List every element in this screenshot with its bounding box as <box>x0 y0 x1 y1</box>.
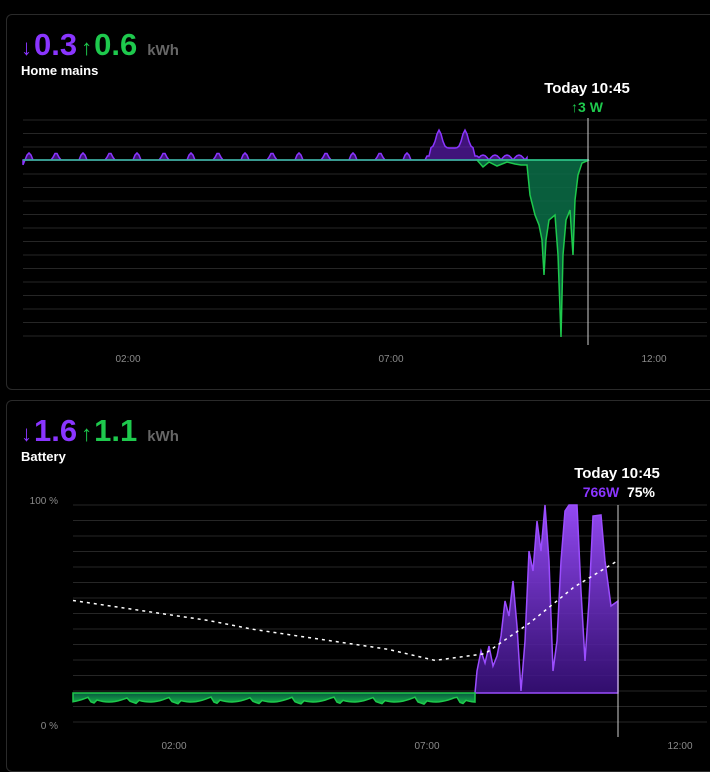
import-value: 0.3 <box>34 27 78 62</box>
tooltip-time: Today 10:45 <box>574 465 660 482</box>
tooltip-soc: 75% <box>627 484 656 500</box>
import-arrow-icon: ↓ <box>21 35 32 60</box>
export-arrow-icon: ↑ <box>81 35 93 60</box>
home-mains-chart[interactable]: Today 10:45 ↑3 W 02:00 07:00 12:00 <box>7 15 710 389</box>
x-tick-label: 12:00 <box>667 741 692 752</box>
tooltip-time: Today 10:45 <box>544 80 630 97</box>
x-tick-label: 07:00 <box>378 354 403 365</box>
battery-chart[interactable]: Today 10:45 766W 75% 100 % 0 % 02:00 07:… <box>7 401 710 771</box>
discharge-arrow-icon: ↓ <box>21 421 32 446</box>
x-tick-label: 02:00 <box>115 354 140 365</box>
unit-label: kWh <box>147 42 179 59</box>
discharge-area <box>474 504 619 694</box>
x-tick-label: 02:00 <box>161 741 186 752</box>
battery-card[interactable]: Today 10:45 766W 75% 100 % 0 % 02:00 07:… <box>6 400 710 772</box>
x-tick-label: 07:00 <box>414 741 439 752</box>
tooltip-power: 766W <box>583 484 620 500</box>
energy-totals: ↓ 1.6 ↑ 1.1 kWh <box>21 413 179 449</box>
energy-totals: ↓ 0.3 ↑ 0.6 kWh <box>21 27 179 63</box>
charge-value: 1.1 <box>94 413 138 448</box>
y-tick-label: 100 % <box>30 496 58 507</box>
card-title: Battery <box>21 449 66 464</box>
card-title: Home mains <box>21 63 99 78</box>
export-value: 0.6 <box>94 27 138 62</box>
y-tick-label: 0 % <box>41 721 58 732</box>
charge-area <box>72 692 476 705</box>
export-area <box>475 159 590 338</box>
charge-arrow-icon: ↑ <box>81 421 93 446</box>
discharge-value: 1.6 <box>34 413 78 448</box>
chart-gridlines <box>23 119 707 337</box>
unit-label: kWh <box>147 428 179 445</box>
home-mains-card[interactable]: Today 10:45 ↑3 W 02:00 07:00 12:00 ↓ 0.3… <box>6 14 710 390</box>
tooltip-value: ↑3 W <box>571 99 604 115</box>
x-tick-label: 12:00 <box>641 354 666 365</box>
